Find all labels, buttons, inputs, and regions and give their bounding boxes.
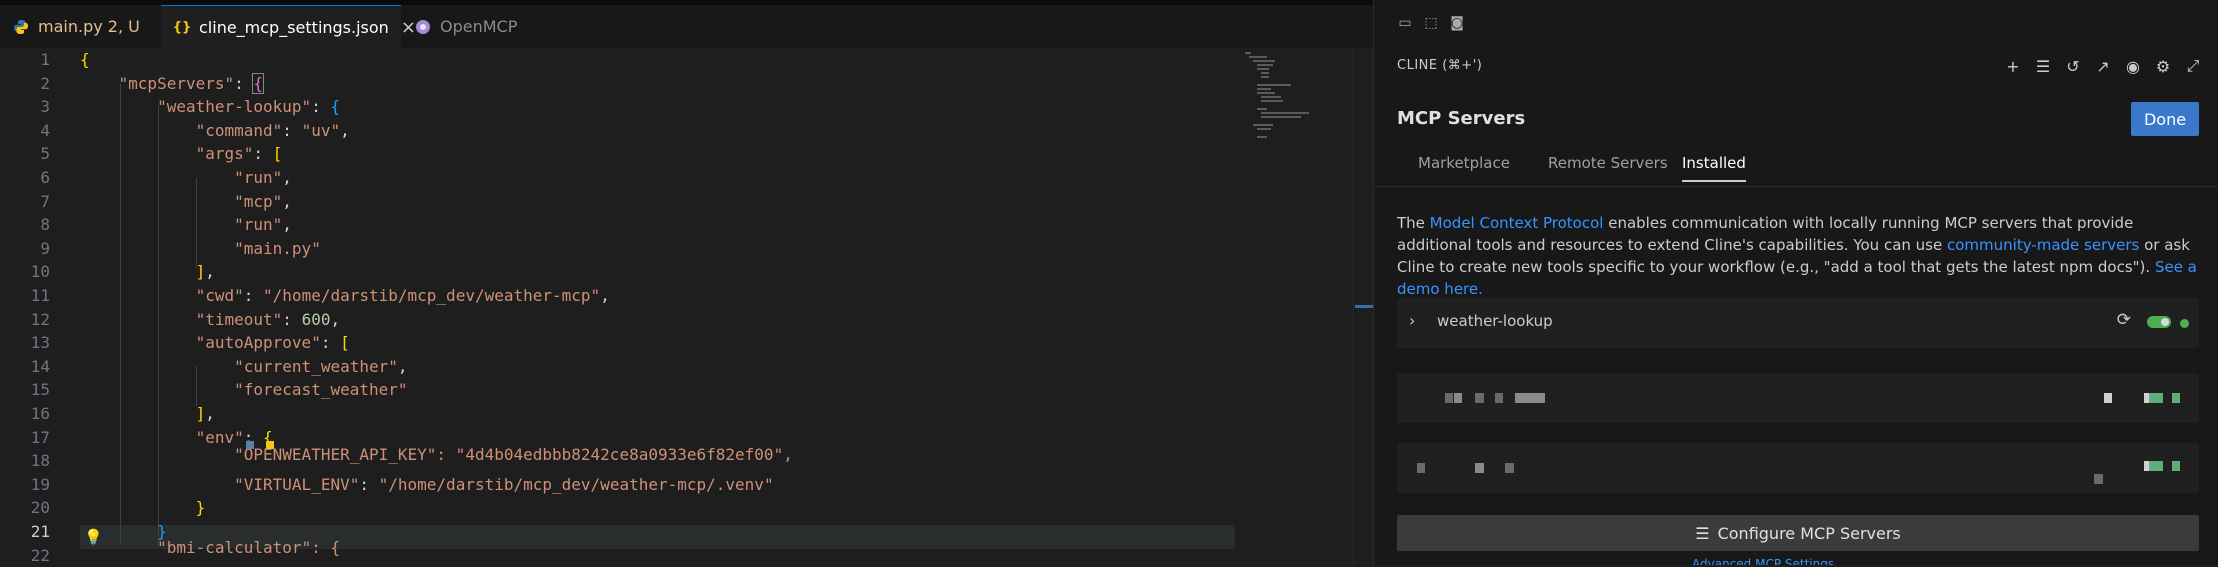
page-title: MCP Servers: [1397, 108, 1526, 129]
code-line: 16 ],: [30, 404, 215, 423]
code-line: 10 ],: [30, 262, 215, 282]
code-line: 20 }: [30, 498, 206, 518]
tab-label: OpenMCP: [440, 17, 518, 36]
mcp-tabs: Marketplace Remote Servers Installed: [1374, 148, 2218, 187]
code-line: 1{: [40, 50, 90, 69]
account-icon[interactable]: ◉: [2122, 55, 2144, 77]
sparkle-marker: [266, 441, 274, 449]
external-link-icon[interactable]: ↗: [2092, 55, 2114, 77]
refresh-icon[interactable]: ⟳: [2117, 310, 2131, 330]
code-line: 9 "main.py": [40, 238, 321, 258]
panel-top-toolbar: ▭ ⬚ ◙: [1374, 5, 2218, 47]
code-line: 4 "command": "uv",: [40, 120, 350, 140]
configure-label: Configure MCP Servers: [1717, 523, 1901, 543]
status-dot: [2180, 319, 2189, 328]
code-area[interactable]: 1{ 2 "mcpServers": { 3 "weather-lookup":…: [0, 48, 1373, 565]
history-icon[interactable]: ↺: [2062, 55, 2084, 77]
model-context-protocol-link[interactable]: Model Context Protocol: [1430, 214, 1604, 232]
editor-tab-bar: main.py 2, U {} cline_mcp_settings.json …: [0, 5, 1373, 48]
mcp-description: The Model Context Protocol enables commu…: [1397, 214, 2197, 298]
openmcp-icon: [414, 18, 432, 36]
server-row-placeholder[interactable]: [1397, 443, 2199, 493]
code-line: 13 "autoApprove": [: [30, 333, 350, 353]
tab-label: cline_mcp_settings.json: [199, 17, 389, 37]
expand-icon[interactable]: ⤢: [2182, 55, 2204, 77]
server-stack-icon: ☰: [1695, 523, 1710, 543]
chevron-right-icon[interactable]: ›: [1409, 311, 1415, 330]
server-row-weather-lookup[interactable]: › weather-lookup ⟳: [1397, 298, 2199, 348]
minimap[interactable]: [1245, 50, 1325, 150]
server-stack-icon[interactable]: ☰: [2032, 55, 2054, 77]
code-line: 7 "mcp",: [40, 191, 292, 211]
code-line: 18 "OPENWEATHER_API_KEY": "4d4b04edbbb82…: [30, 445, 793, 471]
panel-header-title: CLINE (⌘+'): [1397, 58, 1483, 73]
json-braces-icon: {}: [172, 19, 192, 35]
code-line: 11 "cwd": "/home/darstib/mcp_dev/weather…: [30, 286, 610, 305]
code-editor: main.py 2, U {} cline_mcp_settings.json …: [0, 5, 1373, 565]
code-line: 8 "run",: [40, 215, 292, 235]
code-line: 5 "args": [: [40, 144, 283, 164]
code-line: 2 "mcpServers": {: [40, 72, 264, 94]
code-line: 19 "VIRTUAL_ENV": "/home/darstib/mcp_dev…: [30, 474, 774, 494]
panel-header-actions: + ☰ ↺ ↗ ◉ ⚙ ⤢: [2002, 55, 2204, 77]
gear-icon[interactable]: ⚙: [2152, 55, 2174, 77]
plus-icon[interactable]: +: [2002, 55, 2024, 77]
tab-label: main.py 2, U: [38, 17, 140, 36]
code-line: 15 "forecast_weather": [30, 380, 408, 400]
code-line: 6 "run",: [40, 168, 292, 187]
advanced-settings-link[interactable]: Advanced MCP Settings: [1692, 557, 1834, 565]
editor-scrollbar-track[interactable]: [1353, 48, 1354, 565]
code-line: 14 "current_weather",: [30, 356, 408, 376]
sparkle-marker: [246, 441, 254, 449]
code-line: 3 "weather-lookup": {: [40, 97, 341, 117]
done-button[interactable]: Done: [2131, 102, 2199, 136]
tab-main-py[interactable]: main.py 2, U: [0, 5, 160, 48]
server-enable-toggle[interactable]: [2147, 316, 2171, 328]
community-servers-link[interactable]: community-made servers: [1947, 236, 2139, 254]
code-line: 22 "bmi-calculator": {: [30, 537, 341, 565]
cline-panel: ▭ ⬚ ◙ CLINE (⌘+') + ☰ ↺ ↗ ◉ ⚙ ⤢ MCP Serv…: [1373, 0, 2218, 565]
robot-icon[interactable]: ◙: [1446, 15, 1468, 35]
tab-remote-servers[interactable]: Remote Servers: [1548, 154, 1668, 180]
scrollbar-marker: [1355, 305, 1373, 308]
tab-cline-mcp-settings[interactable]: {} cline_mcp_settings.json ×: [161, 5, 416, 48]
tab-marketplace[interactable]: Marketplace: [1418, 154, 1510, 180]
code-line: 12 "timeout": 600,: [30, 309, 341, 329]
laptop-icon[interactable]: ▭: [1394, 15, 1416, 35]
python-icon: [12, 18, 30, 36]
server-name: weather-lookup: [1437, 312, 1553, 330]
lightbulb-icon[interactable]: 💡: [84, 528, 103, 546]
configure-mcp-servers-button[interactable]: ☰ Configure MCP Servers: [1397, 515, 2199, 551]
tab-installed[interactable]: Installed: [1682, 154, 1746, 182]
server-row-placeholder[interactable]: [1397, 373, 2199, 423]
tab-openmcp[interactable]: OpenMCP: [402, 5, 552, 48]
split-icon[interactable]: ⬚: [1420, 15, 1442, 35]
